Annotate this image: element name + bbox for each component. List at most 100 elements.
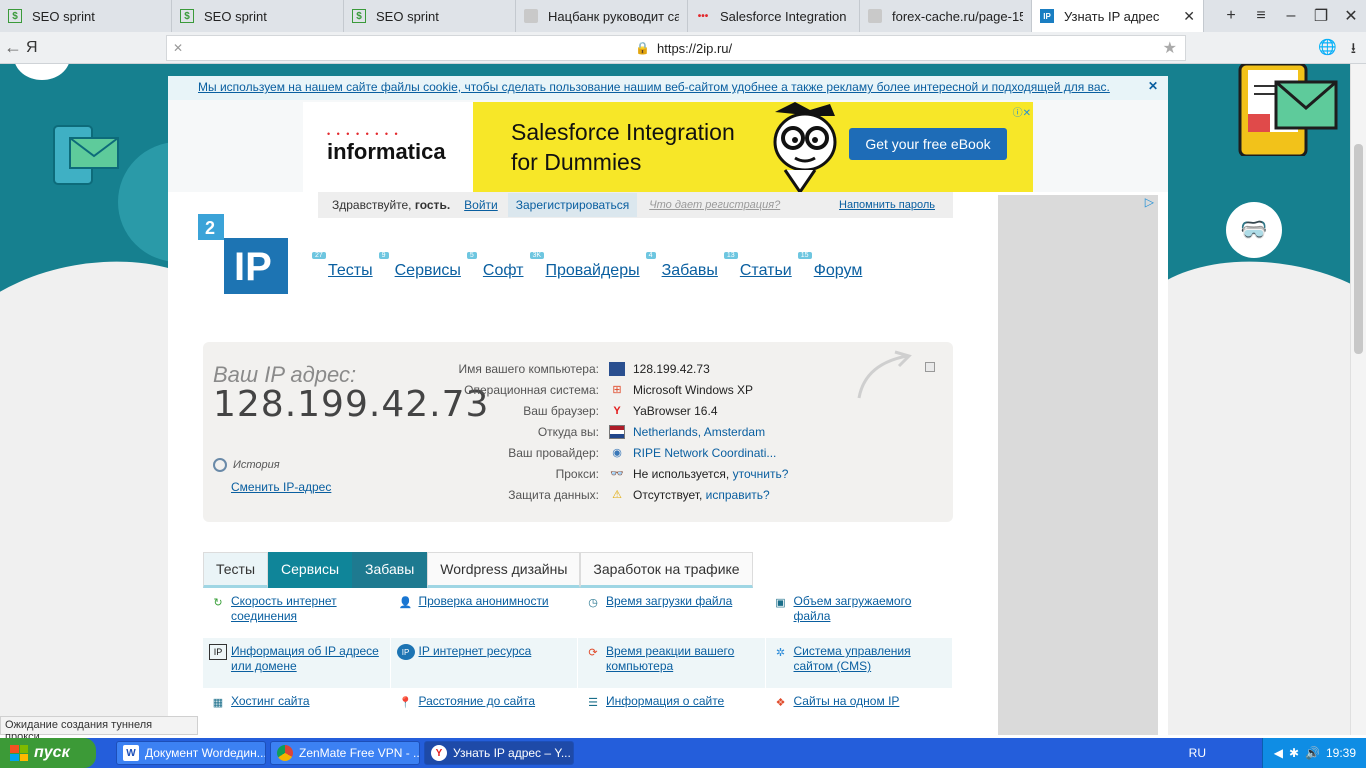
service-link[interactable]: Время загрузки файла: [606, 594, 732, 609]
page-scrollbar[interactable]: [1350, 64, 1366, 735]
ad-body[interactable]: Salesforce Integration for Dummies Get y…: [473, 102, 1033, 192]
nav-articles[interactable]: 13 Статьи: [723, 252, 792, 280]
history-text[interactable]: История: [233, 459, 280, 471]
service-link[interactable]: Расстояние до сайта: [419, 694, 536, 709]
nav-label[interactable]: Сервисы: [395, 262, 461, 279]
close-cookie-icon[interactable]: ✕: [1148, 79, 1158, 93]
nav-label[interactable]: Форум: [814, 262, 863, 279]
side-ad[interactable]: ▷: [998, 195, 1158, 735]
clear-url-icon[interactable]: ✕: [167, 41, 189, 55]
lock-icon[interactable]: 🔒: [635, 41, 651, 55]
service-link[interactable]: Сайты на одном IP: [794, 694, 900, 709]
cookie-notice[interactable]: Мы используем на нашем сайте файлы cooki…: [168, 76, 1168, 100]
tab-fun[interactable]: Забавы: [352, 552, 428, 588]
cookie-text[interactable]: Мы используем на нашем сайте файлы cooki…: [198, 80, 1110, 94]
2ip-logo[interactable]: 2 IP: [198, 214, 290, 294]
service-link[interactable]: Проверка анонимности: [419, 594, 549, 609]
proxy-check-link[interactable]: уточнить?: [733, 467, 789, 481]
browser-tab[interactable]: $ SEO sprint: [172, 0, 344, 32]
history-link[interactable]: История: [213, 458, 280, 472]
nav-services[interactable]: 9 Сервисы: [378, 252, 461, 280]
service-item[interactable]: ↻ Скорость интернет соединения: [203, 588, 391, 638]
close-window-icon[interactable]: ✕: [1336, 6, 1366, 26]
nav-soft[interactable]: 5 Софт: [466, 252, 524, 280]
ad-info-icon[interactable]: ▷: [1145, 195, 1154, 209]
yandex-button[interactable]: Я: [26, 39, 50, 57]
browser-tab[interactable]: $ SEO sprint: [344, 0, 516, 32]
taskbar-word[interactable]: W Документ Wordедин...: [116, 741, 266, 765]
service-item[interactable]: ✲ Система управления сайтом (CMS): [765, 638, 953, 688]
ebook-button[interactable]: Get your free eBook: [849, 128, 1007, 160]
tab-title: SEO sprint: [376, 8, 439, 24]
bookmark-star-icon[interactable]: ★: [1163, 38, 1177, 58]
back-icon[interactable]: ←: [0, 37, 26, 58]
service-link[interactable]: Время реакции вашего компьютера: [606, 644, 759, 674]
tab-tests[interactable]: Тесты: [203, 552, 269, 588]
tray-network-icon[interactable]: ✱: [1289, 746, 1299, 760]
tray-volume-icon[interactable]: 🔊: [1305, 746, 1320, 760]
ip-box-checkbox[interactable]: [925, 362, 935, 372]
nav-label[interactable]: Тесты: [328, 262, 373, 279]
ad-choices-icon[interactable]: ⓘ✕: [1013, 104, 1031, 119]
tab-earnings[interactable]: Заработок на трафике: [580, 552, 753, 588]
service-item[interactable]: ❖ Сайты на одном IP: [766, 688, 953, 738]
download-icon[interactable]: ⭳: [1351, 38, 1356, 63]
browser-tab[interactable]: $ SEO sprint: [0, 0, 172, 32]
nav-label[interactable]: Статьи: [740, 262, 792, 279]
why-register-link[interactable]: Что дает регистрация?: [649, 199, 780, 211]
scrollbar-thumb[interactable]: [1354, 144, 1363, 354]
url-text[interactable]: https://2ip.ru/: [657, 41, 732, 56]
service-link[interactable]: Система управления сайтом (CMS): [794, 644, 947, 674]
service-item[interactable]: ☰ Информация о сайте: [578, 688, 766, 738]
new-tab-icon[interactable]: +: [1216, 7, 1246, 25]
service-item[interactable]: IP IP интернет ресурса: [390, 638, 578, 688]
protection-fix-link[interactable]: исправить?: [706, 488, 770, 502]
service-item[interactable]: ▦ Хостинг сайта: [203, 688, 391, 738]
service-link[interactable]: Хостинг сайта: [231, 694, 310, 709]
service-item[interactable]: ◷ Время загрузки файла: [578, 588, 766, 638]
globe-icon[interactable]: 🌐: [1318, 38, 1337, 63]
tray-back-icon[interactable]: ◀: [1274, 746, 1283, 760]
service-link[interactable]: Объем загружаемого файла: [794, 594, 947, 624]
location-link[interactable]: Netherlands, Amsterdam: [633, 425, 765, 439]
service-link[interactable]: Информация об IP адресе или домене: [231, 644, 384, 674]
tab-wordpress[interactable]: Wordpress дизайны: [427, 552, 581, 588]
service-item[interactable]: 📍 Расстояние до сайта: [391, 688, 578, 738]
close-tab-icon[interactable]: ✕: [1183, 8, 1195, 25]
browser-tab-active[interactable]: IP Узнать IP адрес ✕: [1032, 0, 1204, 32]
language-indicator[interactable]: RU: [1189, 746, 1206, 760]
browser-tab[interactable]: forex-cache.ru/page-15.: [860, 0, 1032, 32]
service-link[interactable]: IP интернет ресурса: [419, 644, 532, 659]
forgot-password-link[interactable]: Напомнить пароль: [839, 199, 935, 211]
nav-fun[interactable]: 4 Забавы: [645, 252, 718, 280]
nav-providers[interactable]: 3K Провайдеры: [529, 252, 640, 280]
service-item[interactable]: 👤 Проверка анонимности: [391, 588, 578, 638]
service-item[interactable]: ▣ Объем загружаемого файла: [766, 588, 953, 638]
nav-forum[interactable]: 15 Форум: [797, 252, 863, 280]
taskbar-chrome[interactable]: ZenMate Free VPN - ...: [270, 741, 420, 765]
menu-icon[interactable]: ≡: [1246, 7, 1276, 25]
start-button[interactable]: пуск: [0, 738, 96, 768]
change-ip-link[interactable]: Сменить IP-адрес: [231, 480, 331, 494]
restore-icon[interactable]: ❐: [1306, 6, 1336, 26]
taskbar-yandex[interactable]: Y Узнать IP адрес – Y...: [424, 741, 574, 765]
banner-ad[interactable]: • • • • • • • • informatica Salesforce I…: [303, 102, 1033, 192]
register-link[interactable]: Зарегистрироваться: [507, 193, 638, 217]
browser-tab[interactable]: ••• Salesforce Integration F: [688, 0, 860, 32]
service-link[interactable]: Информация о сайте: [606, 694, 724, 709]
service-item[interactable]: IP Информация об IP адресе или домене: [203, 638, 391, 688]
clock[interactable]: 19:39: [1326, 746, 1356, 760]
browser-tab[interactable]: Нацбанк руководит сам: [516, 0, 688, 32]
address-bar[interactable]: ✕ 🔒 https://2ip.ru/ ★: [166, 35, 1186, 61]
nav-tests[interactable]: 27 Тесты: [312, 252, 373, 280]
tab-services[interactable]: Сервисы: [268, 552, 353, 588]
provider-link[interactable]: RIPE Network Coordinati...: [633, 446, 776, 460]
nav-label[interactable]: Провайдеры: [546, 262, 640, 279]
signin-link[interactable]: Войти: [464, 198, 498, 212]
nav-label[interactable]: Софт: [483, 262, 524, 279]
service-item[interactable]: ⟳ Время реакции вашего компьютера: [578, 638, 766, 688]
nav-label[interactable]: Забавы: [662, 262, 718, 279]
nav-count: 9: [378, 252, 389, 259]
service-link[interactable]: Скорость интернет соединения: [231, 594, 384, 624]
minimize-icon[interactable]: –: [1276, 7, 1306, 25]
